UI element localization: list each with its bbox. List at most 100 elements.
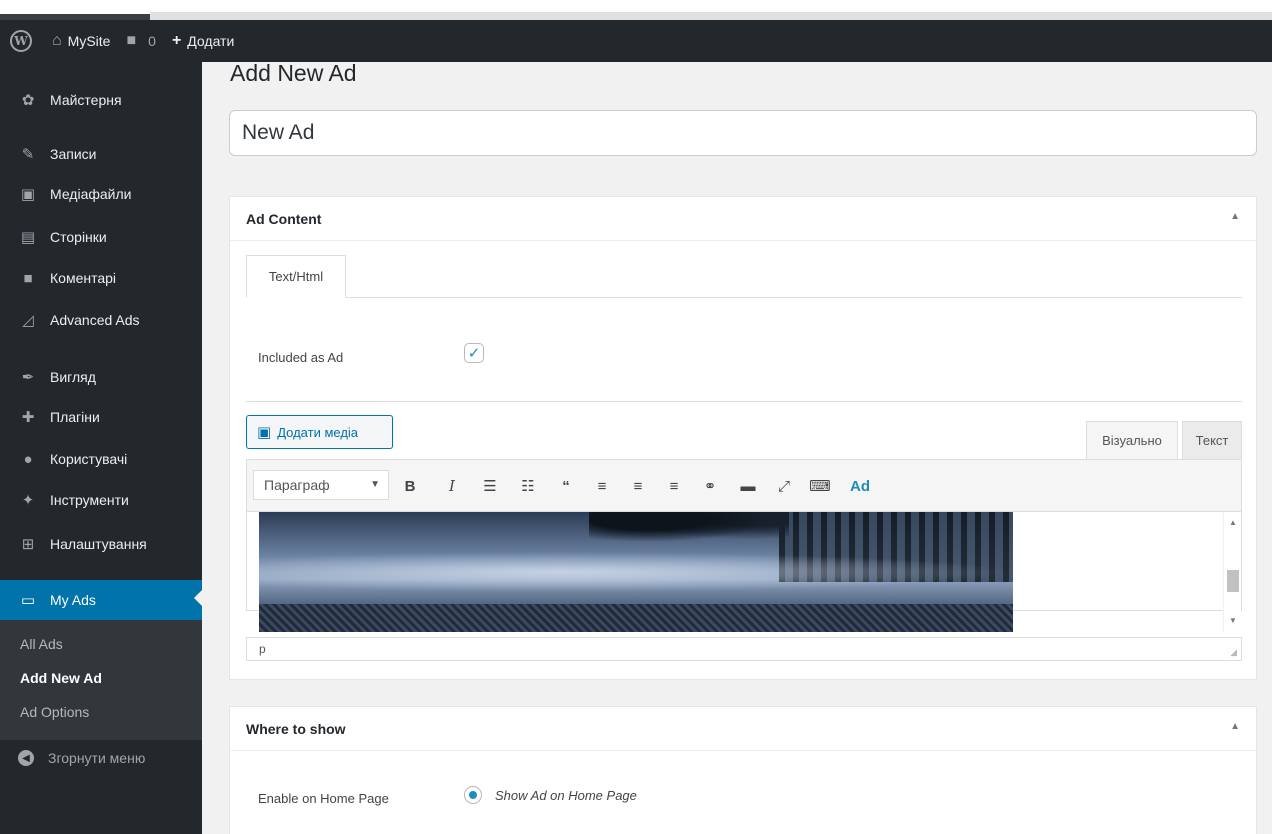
scroll-up-icon[interactable]: ▲: [1229, 518, 1237, 527]
image-rocks: [589, 512, 789, 546]
link-icon[interactable]: ⚭: [697, 473, 723, 499]
element-path[interactable]: p: [259, 642, 266, 656]
chevron-down-icon: ▼: [370, 479, 380, 490]
format-select[interactable]: Параграф ▼: [253, 470, 389, 500]
sidebar-item-advanced-ads[interactable]: ◿ Advanced Ads: [0, 302, 202, 338]
sidebar-item-label: Налаштування: [50, 536, 147, 552]
sidebar-item-label: Користувачі: [50, 451, 128, 467]
wysiwyg-editor: Параграф ▼ B I ☰ ☷ “ ≡ ≡ ≡ ⚭ ▬ ⤢ ⌨ Ad ▲ …: [246, 459, 1242, 632]
sidebar-item-label: Вигляд: [50, 369, 96, 385]
submenu-all-ads[interactable]: All Ads: [20, 636, 63, 652]
site-name: MySite: [67, 33, 111, 49]
editor-scrollbar[interactable]: ▲ ▼: [1223, 512, 1241, 632]
ad-insert-button[interactable]: Ad: [847, 473, 873, 499]
wordpress-logo-icon[interactable]: W: [10, 30, 32, 52]
collapse-toggle-icon[interactable]: ▲: [1230, 211, 1240, 222]
admin-bar: W ⌂ MySite ■ 0 + Додати: [0, 20, 1272, 62]
sidebar-item-users[interactable]: ● Користувачі: [0, 441, 202, 477]
align-right-icon[interactable]: ≡: [661, 473, 687, 499]
browser-top-strip: [0, 0, 1272, 20]
where-to-show-box: Where to show ▲ Enable on Home Page Show…: [229, 706, 1257, 834]
sidebar-item-settings[interactable]: ⊞ Налаштування: [0, 526, 202, 562]
my-ads-submenu: All Ads Add New Ad Ad Options: [0, 620, 202, 740]
sidebar-item-label: Advanced Ads: [50, 312, 140, 328]
italic-icon[interactable]: I: [439, 473, 465, 499]
pin-icon: ✎: [21, 146, 35, 163]
sidebar-item-posts[interactable]: ✎ Записи: [0, 136, 202, 172]
enable-home-label: Enable on Home Page: [258, 791, 389, 806]
sidebar-item-label: Медіафайли: [50, 186, 132, 202]
fullscreen-icon[interactable]: ⤢: [771, 473, 797, 499]
comment-icon: ■: [23, 269, 33, 287]
page-title: Add New Ad: [230, 60, 357, 86]
sidebar-item-my-ads[interactable]: ▭ My Ads: [0, 580, 202, 620]
sidebar-item-tools[interactable]: ✦ Інструменти: [0, 482, 202, 518]
align-left-icon[interactable]: ≡: [589, 473, 615, 499]
site-name-link[interactable]: ⌂ MySite: [44, 20, 118, 62]
sidebar-item-plugins[interactable]: ✚ Плагіни: [0, 399, 202, 435]
media-icon: ▣: [20, 186, 36, 203]
format-select-value: Параграф: [264, 477, 330, 493]
add-new-link[interactable]: + Додати: [164, 20, 242, 62]
included-as-ad-checkbox[interactable]: ✓: [464, 343, 484, 363]
chart-icon: ◿: [22, 312, 34, 329]
read-more-icon[interactable]: ▬: [735, 473, 761, 499]
image-fog: [259, 552, 1013, 592]
align-center-icon[interactable]: ≡: [625, 473, 651, 499]
pages-icon: ▤: [20, 229, 36, 246]
submenu-add-new-ad[interactable]: Add New Ad: [20, 670, 102, 686]
scrollbar-thumb[interactable]: [1227, 570, 1239, 592]
sidebar-item-media[interactable]: ▣ Медіафайли: [0, 176, 202, 212]
sidebar-item-label: My Ads: [50, 592, 96, 608]
sidebar-item-pages[interactable]: ▤ Сторінки: [0, 219, 202, 255]
plus-icon: +: [171, 32, 182, 49]
collapse-menu-label: Згорнути меню: [48, 750, 146, 766]
blockquote-icon[interactable]: “: [553, 473, 579, 499]
toolbar-toggle-icon[interactable]: ⌨: [807, 473, 833, 499]
collapse-toggle-icon[interactable]: ▲: [1230, 721, 1240, 732]
collapse-menu-button[interactable]: ◀ Згорнути меню: [18, 750, 145, 766]
comments-link[interactable]: ■ 0: [118, 20, 163, 62]
plugin-icon: ✚: [21, 409, 35, 426]
comment-icon: ■: [126, 32, 137, 49]
bullet-list-icon[interactable]: ☰: [477, 473, 503, 499]
add-media-button[interactable]: ▣ Додати медіа: [246, 415, 393, 449]
where-to-show-title: Where to show: [246, 720, 346, 737]
admin-sidebar: ✿ Майстерня ✎ Записи ▣ Медіафайли ▤ Стор…: [0, 62, 202, 834]
sidebar-item-label: Записи: [50, 146, 97, 162]
settings-icon: ⊞: [21, 536, 35, 553]
section-divider: [246, 401, 1242, 402]
users-icon: ●: [23, 450, 33, 468]
sidebar-item-label: Сторінки: [50, 229, 107, 245]
show-home-radio-label[interactable]: Show Ad on Home Page: [495, 788, 637, 803]
sidebar-item-appearance[interactable]: ✒ Вигляд: [0, 359, 202, 395]
checkmark-icon: ✓: [467, 345, 481, 362]
ad-content-box: Ad Content ▲ Text/Html Included as Ad ✓ …: [229, 196, 1257, 680]
bold-icon[interactable]: B: [397, 473, 423, 499]
appearance-icon: ✒: [21, 369, 35, 386]
media-icon: ▣: [257, 424, 272, 441]
sidebar-item-comments[interactable]: ■ Коментарі: [0, 260, 202, 296]
scroll-down-icon[interactable]: ▼: [1229, 616, 1237, 625]
home-icon: ⌂: [52, 32, 62, 49]
comments-count: 0: [148, 33, 156, 49]
sidebar-item-label: Інструменти: [50, 492, 129, 508]
tab-text-html[interactable]: Text/Html: [246, 255, 346, 298]
ad-content-title: Ad Content: [246, 210, 322, 227]
numbered-list-icon[interactable]: ☷: [515, 473, 541, 499]
tab-visual[interactable]: Візуально: [1086, 421, 1178, 459]
resize-grip-icon[interactable]: ◢: [1230, 647, 1237, 658]
tab-text[interactable]: Текст: [1182, 421, 1242, 459]
sidebar-item-dashboard[interactable]: ✿ Майстерня: [0, 82, 202, 118]
sidebar-item-label: Майстерня: [50, 92, 122, 108]
submenu-ad-options[interactable]: Ad Options: [20, 704, 89, 720]
editor-content-area[interactable]: [247, 512, 1241, 632]
where-to-show-header[interactable]: Where to show: [230, 707, 1256, 751]
sidebar-item-label: Плагіни: [50, 409, 100, 425]
ad-image[interactable]: [259, 512, 1013, 632]
sidebar-item-label: Коментарі: [50, 270, 117, 286]
add-new-label: Додати: [187, 33, 235, 49]
ad-content-header[interactable]: Ad Content: [230, 197, 1256, 241]
ad-title-input[interactable]: [229, 110, 1257, 156]
show-home-radio[interactable]: [464, 786, 482, 804]
